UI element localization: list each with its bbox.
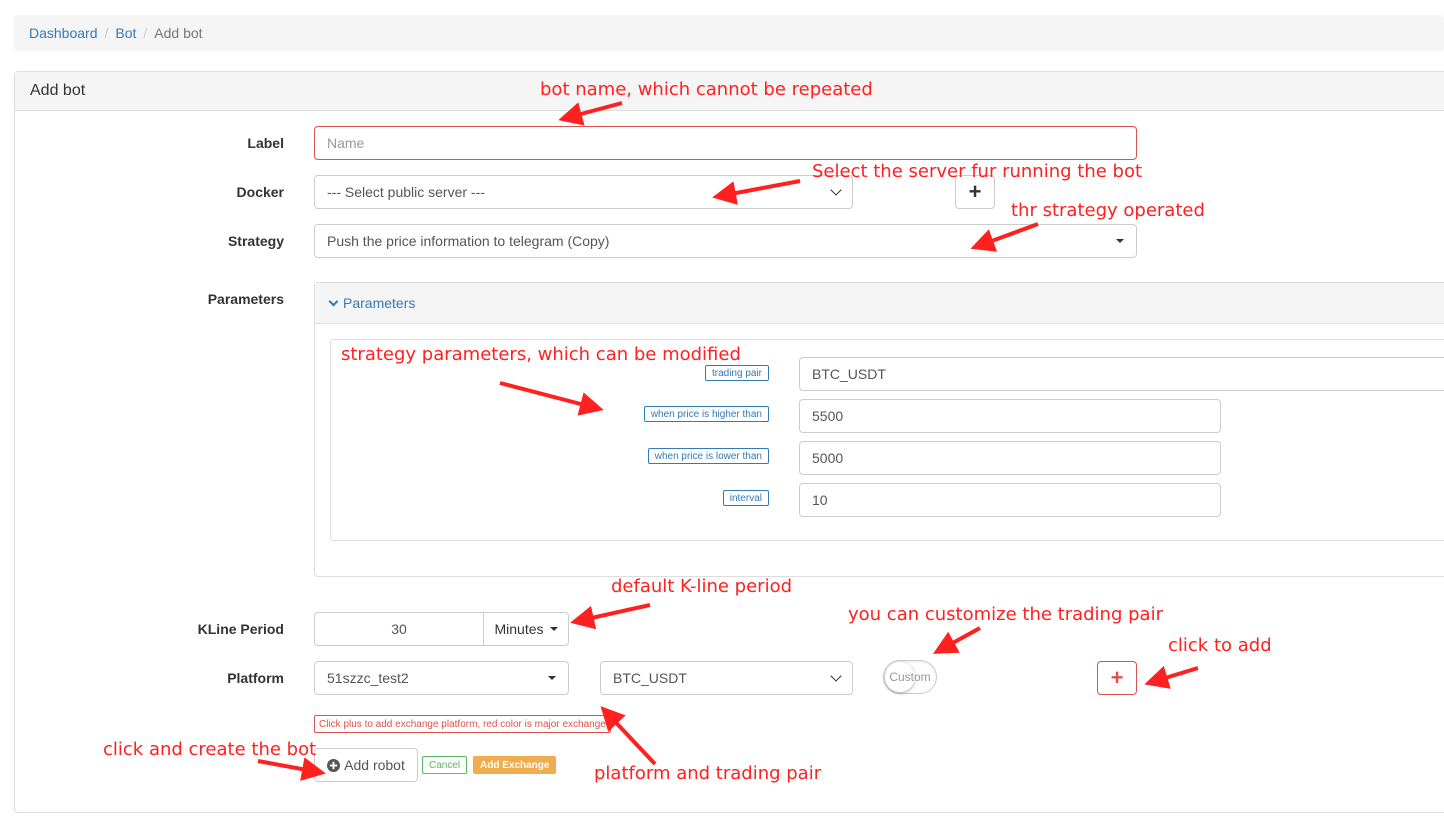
chevron-down-icon	[830, 669, 842, 682]
annotation-platform-pair: platform and trading pair	[594, 763, 822, 784]
docker-field-label: Docker	[236, 184, 284, 200]
caret-down-icon	[548, 676, 556, 680]
param-lower-than-value: 5000	[812, 450, 844, 466]
param-label-higher-than: when price is higher than	[643, 406, 769, 422]
param-higher-than-value: 5500	[812, 408, 844, 424]
breadcrumb-bot[interactable]: Bot	[115, 25, 136, 41]
cancel-button[interactable]: Cancel	[422, 756, 468, 774]
annotation-click-add: click to add	[1168, 635, 1272, 656]
param-interval-value: 10	[812, 492, 828, 508]
parameters-toggle[interactable]: Parameters	[315, 283, 1444, 324]
add-platform-button[interactable]: +	[1097, 661, 1137, 695]
trading-pair-select[interactable]: BTC_USDT	[600, 661, 853, 695]
param-trading-pair-input[interactable]: BTC_USDT	[799, 357, 1444, 391]
platform-field-label: Platform	[227, 670, 284, 686]
param-trading-pair-value: BTC_USDT	[812, 366, 886, 382]
add-robot-button[interactable]: Add robot	[314, 748, 418, 782]
docker-select[interactable]: --- Select public server ---	[314, 175, 853, 209]
plus-circle-icon	[327, 758, 341, 772]
breadcrumb-dashboard[interactable]: Dashboard	[29, 25, 98, 41]
param-label-lower-than: when price is lower than	[647, 448, 769, 464]
annotation-create-bot: click and create the bot	[103, 739, 317, 760]
annotation-custom: you can customize the trading pair	[848, 604, 1163, 625]
docker-select-value: --- Select public server ---	[327, 184, 485, 200]
chevron-down-icon	[830, 183, 842, 196]
exchange-select-value: 51szzc_test2	[327, 670, 409, 686]
chevron-down-icon	[328, 296, 339, 306]
parameters-heading: Parameters	[343, 295, 416, 311]
bot-name-input[interactable]: Name	[314, 126, 1137, 160]
bot-name-placeholder: Name	[327, 135, 365, 151]
custom-pair-toggle[interactable]: Custom	[883, 660, 937, 694]
kline-unit-dropdown[interactable]: Minutes	[483, 612, 569, 646]
breadcrumb-separator: /	[143, 25, 148, 41]
annotation-params: strategy parameters, which can be modifi…	[341, 344, 741, 365]
custom-pair-toggle-label: Custom	[889, 670, 931, 684]
strategy-select-value: Push the price information to telegram (…	[327, 233, 610, 249]
param-lower-than-input[interactable]: 5000	[799, 441, 1221, 475]
add-exchange-button[interactable]: Add Exchange	[473, 756, 557, 774]
plus-icon: +	[968, 179, 982, 204]
annotation-bot-name: bot name, which cannot be repeated	[540, 79, 873, 100]
kline-field-label: KLine Period	[197, 621, 284, 637]
trading-pair-select-value: BTC_USDT	[613, 670, 687, 686]
kline-unit-label: Minutes	[494, 621, 544, 637]
parameters-field-label: Parameters	[207, 291, 284, 307]
breadcrumb-separator: /	[104, 25, 109, 41]
plus-icon: +	[1110, 665, 1124, 690]
breadcrumb: Dashboard / Bot / Add bot	[14, 15, 1444, 51]
exchange-select[interactable]: 51szzc_test2	[314, 661, 569, 695]
label-field-label: Label	[247, 135, 284, 151]
annotation-server: Select the server fur running the bot	[812, 161, 1143, 182]
add-robot-label: Add robot	[344, 757, 405, 773]
kline-period-input[interactable]: 30	[314, 612, 484, 646]
caret-down-icon	[549, 627, 558, 631]
kline-period-value: 30	[391, 621, 407, 637]
param-label-interval: interval	[722, 490, 769, 506]
param-higher-than-input[interactable]: 5500	[799, 399, 1221, 433]
annotation-strategy: thr strategy operated	[1011, 200, 1205, 221]
param-label-trading-pair: trading pair	[704, 365, 769, 381]
param-interval-input[interactable]: 10	[799, 483, 1221, 517]
strategy-field-label: Strategy	[227, 233, 284, 249]
breadcrumb-current: Add bot	[154, 25, 203, 41]
platform-help-text: Click plus to add exchange platform, red…	[314, 715, 611, 733]
strategy-select[interactable]: Push the price information to telegram (…	[314, 224, 1137, 258]
annotation-kline: default K-line period	[611, 576, 793, 597]
caret-down-icon	[1116, 239, 1124, 243]
